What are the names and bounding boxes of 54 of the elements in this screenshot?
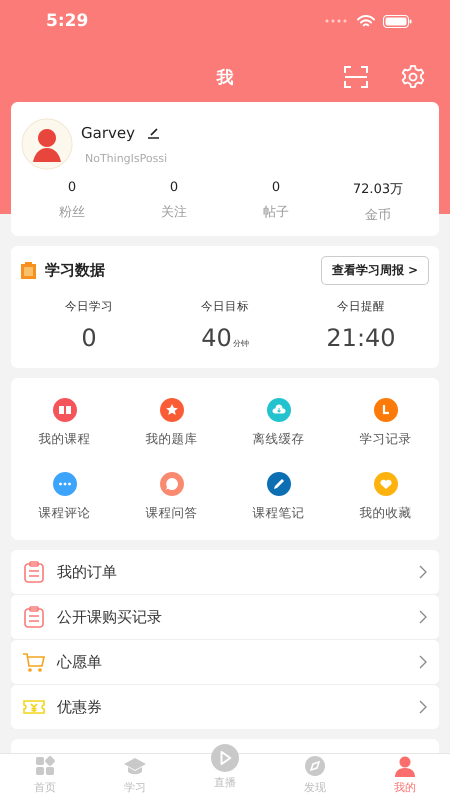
edit-icon[interactable] [146, 126, 160, 138]
shortcut-label[interactable]: 我的课程 [38, 431, 90, 448]
graduation-cap-icon [124, 755, 146, 777]
status-time: 5:29 [46, 11, 90, 31]
metric-value: 0 [81, 324, 97, 352]
clipboard-icon [21, 262, 36, 279]
stat-label: 关注 [161, 204, 187, 221]
shortcut-label[interactable]: 课程评论 [38, 505, 90, 522]
user-handle: NoThingIsPossi [85, 152, 168, 164]
metric-value: 21:40 [326, 324, 396, 352]
stat-value: 0 [170, 180, 178, 195]
stat-value: 0 [272, 180, 280, 195]
metric-label: 今日提醒 [337, 299, 385, 314]
wifi-icon [357, 14, 375, 28]
metric-value: 40 [201, 324, 232, 352]
shortcut-label[interactable]: 课程笔记 [252, 505, 304, 522]
metric-unit: 分钟 [232, 338, 249, 349]
question-icon[interactable] [160, 472, 184, 496]
stat-label: 金币 [365, 207, 391, 224]
battery-icon [383, 14, 412, 28]
shortcut-label[interactable]: 课程问答 [146, 505, 198, 522]
chevron-icon [419, 565, 427, 579]
shortcut-label[interactable]: 学习记录 [360, 431, 412, 448]
stat-label: 帖子 [263, 204, 289, 221]
download-icon[interactable] [266, 398, 290, 422]
section-title: 学习数据 [45, 261, 106, 280]
metric-label: 今日目标 [201, 299, 249, 314]
pencil-icon[interactable] [266, 472, 290, 496]
stat-value: 0 [68, 180, 76, 195]
menu-item[interactable]: 公开课购买记录 [11, 595, 439, 639]
menu-item[interactable]: 我的订单 [11, 550, 439, 594]
menu-item[interactable]: 优惠券 [11, 685, 439, 729]
weekly-report-button[interactable]: 查看学习周报 > [320, 256, 429, 285]
chevron-icon [419, 655, 427, 669]
person-icon [394, 755, 416, 777]
scan-icon[interactable] [344, 66, 368, 88]
menu-item[interactable]: 心愿单 [11, 640, 439, 684]
settings-icon[interactable] [400, 64, 426, 90]
stat-value: 72.03万 [352, 181, 404, 198]
user-name: Garvey [81, 124, 135, 142]
shortcut-label[interactable]: 我的收藏 [360, 505, 412, 522]
metric-label: 今日学习 [65, 299, 113, 314]
clock-icon[interactable] [374, 398, 398, 422]
shortcut-label[interactable]: 我的题库 [146, 431, 198, 448]
stat-label: 粉丝 [59, 204, 85, 221]
signal-icon [325, 19, 347, 23]
chevron-icon [419, 610, 427, 624]
avatar[interactable] [21, 118, 73, 170]
page-title: 我 [216, 66, 234, 88]
book-icon[interactable] [52, 398, 76, 422]
dots-icon[interactable] [52, 472, 76, 496]
grid-icon [34, 755, 56, 777]
shortcut-label[interactable]: 离线缓存 [252, 431, 304, 448]
chevron-icon [419, 700, 427, 714]
